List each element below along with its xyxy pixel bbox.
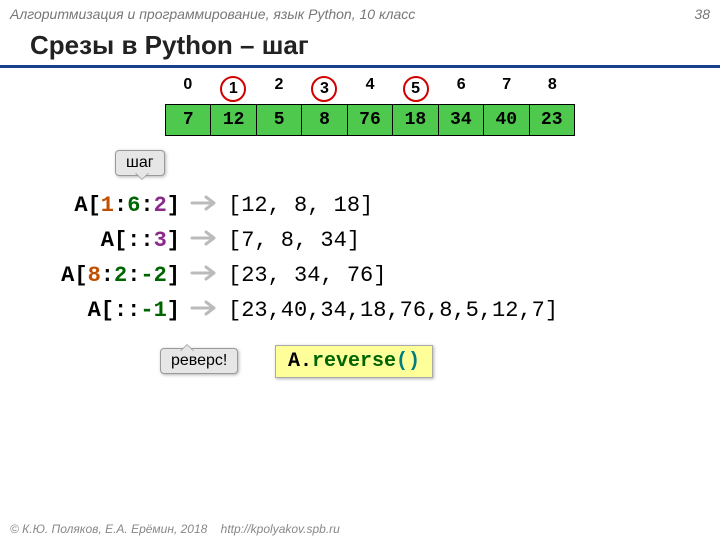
index-8: 8 [530, 76, 576, 102]
cell-2: 5 [257, 105, 302, 135]
slice-expr-1: A[::3] [35, 228, 180, 253]
cell-8: 23 [530, 105, 574, 135]
index-7: 7 [484, 76, 530, 102]
result-3: [23,40,34,18,76,8,5,12,7] [228, 298, 558, 323]
callout-reverse: реверс! [160, 348, 238, 374]
index-1: 1 [211, 76, 257, 102]
cell-3: 8 [302, 105, 347, 135]
footer-url: http://kpolyakov.spb.ru [221, 522, 340, 536]
slice-expr-0: A[1:6:2] [35, 193, 180, 218]
footer: © К.Ю. Поляков, Е.А. Ерёмин, 2018 http:/… [10, 522, 340, 536]
cell-6: 34 [439, 105, 484, 135]
arrow-icon [190, 263, 218, 288]
code-line-2: A[8:2:-2] [23, 34, 76] [35, 260, 700, 290]
reverse-expression: A.reverse() [275, 345, 433, 378]
index-4: 4 [347, 76, 393, 102]
arrow-icon [190, 228, 218, 253]
copyright: © К.Ю. Поляков, Е.А. Ерёмин, 2018 [10, 522, 207, 536]
reverse-paren: () [396, 350, 420, 373]
page-number: 38 [694, 6, 710, 22]
result-0: [12, 8, 18] [228, 193, 373, 218]
cell-5: 18 [393, 105, 438, 135]
callout-step: шаг [115, 150, 165, 176]
cell-4: 76 [348, 105, 393, 135]
reverse-obj: A. [288, 350, 312, 373]
index-5: 5 [393, 76, 439, 102]
reverse-method: reverse [312, 350, 396, 373]
index-row: 012345678 [165, 76, 575, 102]
slice-expr-3: A[::-1] [35, 298, 180, 323]
result-2: [23, 34, 76] [228, 263, 386, 288]
slice-expr-2: A[8:2:-2] [35, 263, 180, 288]
code-line-3: A[::-1] [23,40,34,18,76,8,5,12,7] [35, 295, 700, 325]
index-3: 3 [302, 76, 348, 102]
cell-7: 40 [484, 105, 529, 135]
cell-0: 7 [166, 105, 211, 135]
array-cells: 712587618344023 [165, 104, 575, 136]
cell-1: 12 [211, 105, 256, 135]
arrow-icon [190, 298, 218, 323]
code-line-0: A[1:6:2] [12, 8, 18] [35, 190, 700, 220]
index-6: 6 [438, 76, 484, 102]
code-lines: A[1:6:2] [12, 8, 18]A[::3] [7, 8, 34]A[8:2… [35, 190, 700, 330]
index-2: 2 [256, 76, 302, 102]
index-0: 0 [165, 76, 211, 102]
header-bar: Алгоритмизация и программирование, язык … [0, 0, 720, 24]
page-title: Срезы в Python – шаг [0, 24, 720, 68]
arrow-icon [190, 193, 218, 218]
result-1: [7, 8, 34] [228, 228, 360, 253]
course-label: Алгоритмизация и программирование, язык … [10, 6, 415, 22]
array-illustration: 012345678 712587618344023 [165, 76, 575, 136]
code-line-1: A[::3] [7, 8, 34] [35, 225, 700, 255]
